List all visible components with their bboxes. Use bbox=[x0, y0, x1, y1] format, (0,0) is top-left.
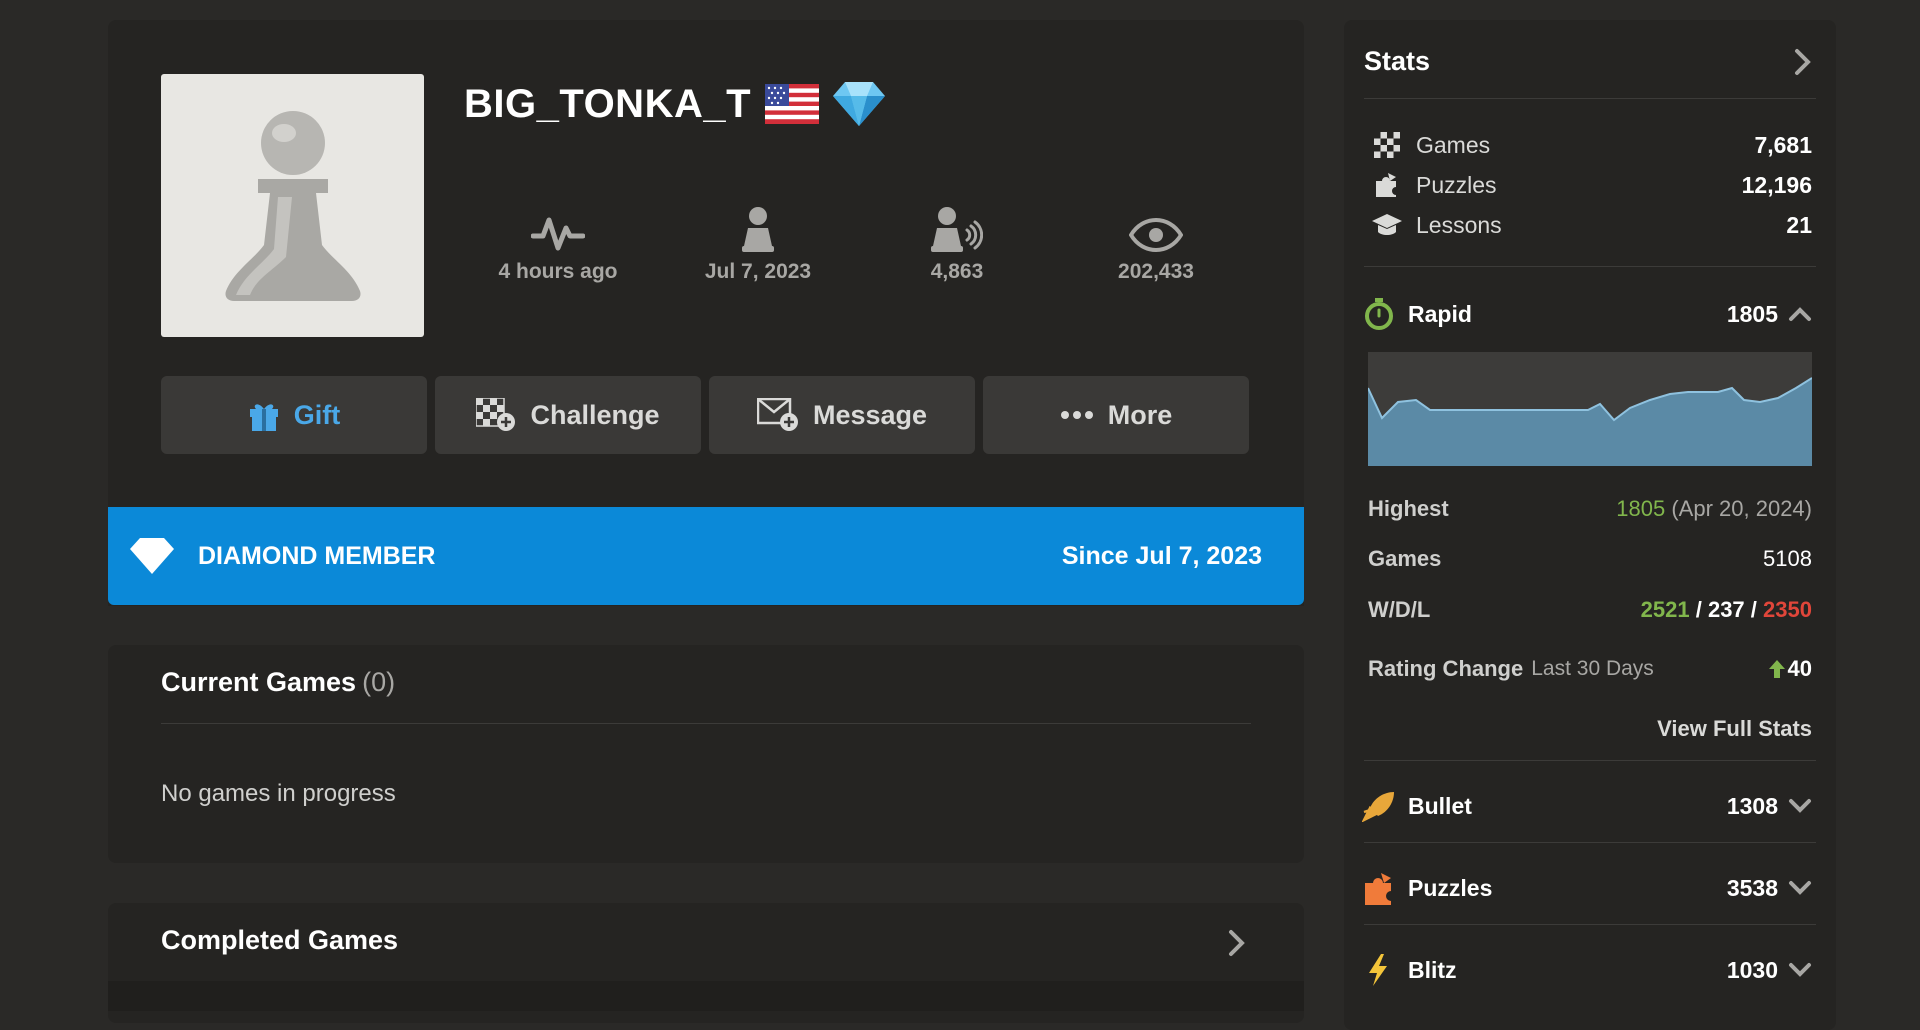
divider bbox=[161, 723, 1251, 724]
draws-count: 237 bbox=[1707, 597, 1745, 622]
joined-icon bbox=[673, 206, 843, 252]
chevron-up-icon[interactable] bbox=[1788, 306, 1812, 322]
divider bbox=[1364, 266, 1816, 267]
completed-games-card: Completed Games bbox=[108, 903, 1304, 1023]
bullet-icon bbox=[1360, 790, 1398, 822]
activity-icon bbox=[473, 206, 643, 252]
challenge-icon bbox=[476, 398, 516, 432]
summary-games-row[interactable]: Games 7,681 bbox=[1370, 128, 1812, 162]
rating-area-graph bbox=[1367, 377, 1813, 466]
diamond-member-banner[interactable]: DIAMOND MEMBER Since Jul 7, 2023 bbox=[108, 507, 1304, 605]
completed-games-title[interactable]: Completed Games bbox=[161, 925, 398, 956]
rapid-wdl-row: W/D/L 2521 / 237 / 2350 bbox=[1368, 597, 1812, 622]
username-row: BIG_TONKA_T bbox=[464, 76, 886, 132]
joined-stat: Jul 7, 2023 bbox=[673, 206, 843, 284]
games-table-header bbox=[108, 981, 1304, 1011]
summary-lessons-row[interactable]: Lessons 21 bbox=[1370, 208, 1812, 242]
diamond-icon bbox=[130, 537, 174, 575]
chevron-down-icon[interactable] bbox=[1788, 880, 1812, 896]
avatar[interactable] bbox=[161, 74, 424, 337]
rating-change-value: 40 bbox=[1787, 656, 1812, 681]
divider bbox=[1364, 98, 1816, 99]
highest-rating: 1805 bbox=[1616, 496, 1666, 521]
stopwatch-icon bbox=[1360, 298, 1398, 330]
challenge-button[interactable]: Challenge bbox=[435, 376, 701, 454]
chevron-right-icon[interactable] bbox=[1794, 48, 1812, 76]
arrow-up-icon bbox=[1768, 659, 1786, 679]
more-icon bbox=[1060, 410, 1094, 420]
rapid-rating-change-row: Rating Change Last 30 Days 40 bbox=[1368, 656, 1812, 681]
stats-title[interactable]: Stats bbox=[1364, 46, 1430, 77]
lightning-bolt-icon bbox=[1360, 953, 1398, 987]
view-full-stats-link[interactable]: View Full Stats bbox=[1657, 716, 1812, 742]
graduation-cap-icon bbox=[1370, 212, 1404, 238]
membership-title: DIAMOND MEMBER bbox=[198, 541, 436, 570]
pawn-icon bbox=[224, 110, 361, 301]
divider bbox=[1364, 842, 1816, 843]
divider bbox=[1364, 924, 1816, 925]
current-games-title[interactable]: Current Games (0) bbox=[161, 667, 395, 698]
highest-date: (Apr 20, 2024) bbox=[1671, 496, 1812, 521]
gift-button[interactable]: Gift bbox=[161, 376, 427, 454]
current-games-count: (0) bbox=[362, 667, 396, 697]
bullet-row[interactable]: Bullet 1308 bbox=[1360, 786, 1812, 826]
username: BIG_TONKA_T bbox=[464, 81, 752, 126]
chessboard-icon bbox=[1370, 132, 1404, 158]
puzzle-icon bbox=[1370, 171, 1404, 199]
blitz-row[interactable]: Blitz 1030 bbox=[1360, 950, 1812, 990]
chevron-right-icon[interactable] bbox=[1228, 929, 1246, 957]
stats-panel: Stats Games 7,681 Puzzles 12,196 Lessons… bbox=[1344, 20, 1836, 1030]
puzzle-piece-icon bbox=[1360, 871, 1398, 905]
views-stat: 202,433 bbox=[1071, 206, 1241, 284]
followers-icon bbox=[872, 206, 1042, 252]
more-button[interactable]: More bbox=[983, 376, 1249, 454]
gift-icon bbox=[248, 399, 280, 431]
chevron-down-icon[interactable] bbox=[1788, 962, 1812, 978]
rapid-games-row: Games 5108 bbox=[1368, 546, 1812, 571]
rapid-row[interactable]: Rapid 1805 bbox=[1360, 294, 1812, 334]
losses-count: 2350 bbox=[1763, 597, 1812, 622]
message-icon bbox=[756, 398, 799, 432]
chevron-down-icon[interactable] bbox=[1788, 798, 1812, 814]
summary-puzzles-row[interactable]: Puzzles 12,196 bbox=[1370, 168, 1812, 202]
divider bbox=[1364, 760, 1816, 761]
message-button[interactable]: Message bbox=[709, 376, 975, 454]
rapid-highest-row: Highest 1805 (Apr 20, 2024) bbox=[1368, 496, 1812, 521]
puzzles-row[interactable]: Puzzles 3538 bbox=[1360, 868, 1812, 908]
views-icon bbox=[1071, 206, 1241, 252]
membership-since: Since Jul 7, 2023 bbox=[1061, 541, 1262, 570]
followers-stat[interactable]: 4,863 bbox=[872, 206, 1042, 284]
us-flag-icon bbox=[765, 84, 820, 124]
rapid-rating-chart[interactable] bbox=[1367, 352, 1813, 466]
last-online-stat: 4 hours ago bbox=[473, 206, 643, 284]
diamond-badge-icon[interactable] bbox=[833, 80, 886, 128]
wins-count: 2521 bbox=[1640, 597, 1690, 622]
no-games-text: No games in progress bbox=[161, 780, 396, 807]
current-games-card: Current Games (0) No games in progress bbox=[108, 645, 1304, 863]
